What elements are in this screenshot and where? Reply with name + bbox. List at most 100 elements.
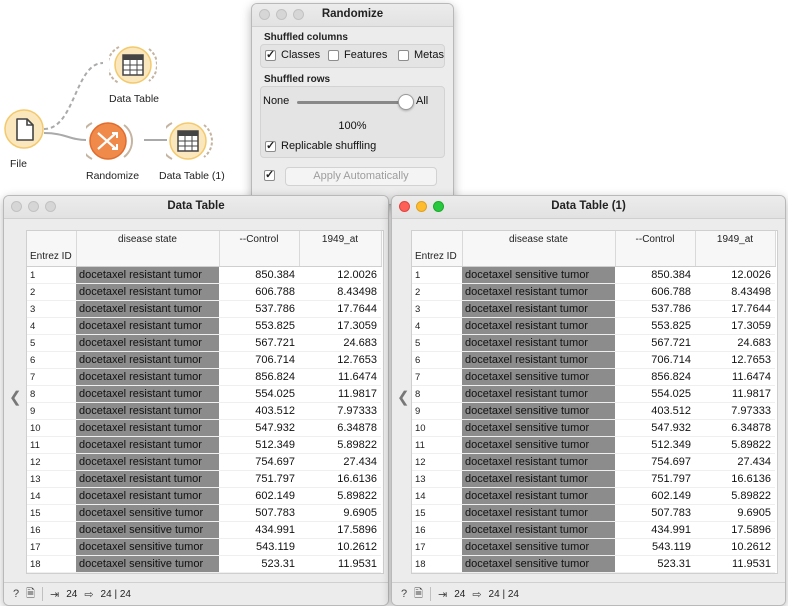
disease-state-cell[interactable]: docetaxel resistant tumor: [462, 470, 616, 488]
column-header-disease-state[interactable]: disease state: [76, 231, 220, 267]
table-row[interactable]: 3 docetaxel resistant tumor 537.786 17.7644: [412, 300, 775, 318]
rows-slider-track[interactable]: [297, 101, 405, 104]
row-id-cell[interactable]: 13: [27, 470, 76, 488]
row-id-cell[interactable]: 9: [27, 402, 76, 420]
table-row[interactable]: 18 docetaxel sensitive tumor 523.31 11.9531: [27, 555, 381, 573]
value-1949-at-cell[interactable]: 17.5896: [695, 521, 775, 539]
table-row[interactable]: 17 docetaxel sensitive tumor 543.119 10.261…: [412, 538, 775, 556]
control-cell[interactable]: 602.149: [615, 487, 695, 505]
table-row[interactable]: 4 docetaxel resistant tumor 553.825 17.3059: [27, 317, 381, 335]
table-row[interactable]: 11 docetaxel resistant tumor 512.349 5.8982…: [27, 436, 381, 454]
value-1949-at-cell[interactable]: 12.0026: [695, 266, 775, 284]
control-cell[interactable]: 547.932: [615, 419, 695, 437]
help-icon[interactable]: ?: [13, 588, 19, 600]
value-1949-at-cell[interactable]: 5.89822: [695, 487, 775, 505]
row-id-cell[interactable]: 8: [412, 385, 462, 403]
table-row[interactable]: 11 docetaxel sensitive tumor 512.349 5.8982…: [412, 436, 775, 454]
value-1949-at-cell[interactable]: 11.9817: [299, 385, 381, 403]
control-cell[interactable]: 751.797: [615, 470, 695, 488]
disease-state-cell[interactable]: docetaxel resistant tumor: [76, 436, 220, 454]
value-1949-at-cell[interactable]: 27.434: [695, 453, 775, 471]
row-id-cell[interactable]: 6: [412, 351, 462, 369]
control-cell[interactable]: 441.479: [219, 572, 299, 573]
data-table-1-widget[interactable]: [159, 119, 214, 166]
classes-checkbox[interactable]: Classes: [265, 48, 320, 61]
control-cell[interactable]: 507.783: [219, 504, 299, 522]
disease-state-cell[interactable]: docetaxel sensitive tumor: [76, 538, 220, 556]
value-1949-at-cell[interactable]: 16.6136: [695, 470, 775, 488]
row-id-cell[interactable]: 10: [27, 419, 76, 437]
checkbox-box[interactable]: [398, 49, 409, 61]
checkbox-box[interactable]: [264, 168, 275, 181]
data-table-grid[interactable]: Entrez ID disease state --Control 1949_a…: [26, 230, 384, 574]
table-row[interactable]: 2 docetaxel resistant tumor 606.788 8.43498: [412, 283, 775, 301]
control-cell[interactable]: 434.991: [615, 521, 695, 539]
disease-state-cell[interactable]: docetaxel resistant tumor: [462, 300, 616, 318]
row-id-cell[interactable]: 2: [27, 283, 76, 301]
value-1949-at-cell[interactable]: 17.3059: [695, 317, 775, 335]
control-cell[interactable]: 606.788: [615, 283, 695, 301]
disease-state-cell[interactable]: docetaxel sensitive tumor: [462, 538, 616, 556]
control-cell[interactable]: 537.786: [219, 300, 299, 318]
disease-state-cell[interactable]: docetaxel resistant tumor: [462, 351, 616, 369]
table-row[interactable]: 16 docetaxel resistant tumor 434.991 17.589…: [412, 521, 775, 539]
value-1949-at-cell[interactable]: 6.34878: [299, 419, 381, 437]
table-row[interactable]: 14 docetaxel resistant tumor 602.149 5.8982…: [27, 487, 381, 505]
control-cell[interactable]: 512.349: [615, 436, 695, 454]
row-id-cell[interactable]: 7: [412, 368, 462, 386]
control-cell[interactable]: 553.825: [219, 317, 299, 335]
control-cell[interactable]: 754.697: [615, 453, 695, 471]
row-id-cell[interactable]: 15: [412, 504, 462, 522]
disease-state-cell[interactable]: docetaxel sensitive tumor: [462, 419, 616, 437]
disease-state-cell[interactable]: docetaxel resistant tumor: [76, 453, 220, 471]
control-cell[interactable]: 754.697: [219, 453, 299, 471]
disease-state-cell[interactable]: docetaxel resistant tumor: [462, 572, 616, 573]
row-id-cell[interactable]: 4: [27, 317, 76, 335]
column-header-1949-at[interactable]: 1949_at: [695, 231, 776, 267]
row-id-cell[interactable]: 17: [412, 538, 462, 556]
disease-state-cell[interactable]: docetaxel sensitive tumor: [76, 521, 220, 539]
row-id-cell[interactable]: 15: [27, 504, 76, 522]
disease-state-cell[interactable]: docetaxel resistant tumor: [76, 300, 220, 318]
value-1949-at-cell[interactable]: 11.9817: [695, 385, 775, 403]
value-1949-at-cell[interactable]: 17.5896: [299, 521, 381, 539]
row-id-cell[interactable]: 14: [27, 487, 76, 505]
value-1949-at-cell[interactable]: 27.434: [299, 453, 381, 471]
row-id-cell[interactable]: 3: [27, 300, 76, 318]
control-cell[interactable]: 543.119: [615, 538, 695, 556]
table-row[interactable]: 18 docetaxel sensitive tumor 523.31 11.9531: [412, 555, 775, 573]
table-row[interactable]: 12 docetaxel resistant tumor 754.697 27.434: [27, 453, 381, 471]
column-header-1949-at[interactable]: 1949_at: [299, 231, 382, 267]
rows-slider-handle[interactable]: [398, 94, 414, 110]
row-id-cell[interactable]: 19: [27, 572, 76, 573]
disease-state-cell[interactable]: docetaxel resistant tumor: [76, 368, 220, 386]
value-1949-at-cell[interactable]: 10.2612: [299, 538, 381, 556]
row-id-cell[interactable]: 19: [412, 572, 462, 573]
control-cell[interactable]: 523.31: [615, 555, 695, 573]
value-1949-at-cell[interactable]: 12.7653: [695, 351, 775, 369]
disease-state-cell[interactable]: docetaxel resistant tumor: [462, 521, 616, 539]
disease-state-cell[interactable]: docetaxel sensitive tumor: [462, 368, 616, 386]
value-1949-at-cell[interactable]: 9.6905: [695, 504, 775, 522]
row-id-cell[interactable]: 8: [27, 385, 76, 403]
value-1949-at-cell[interactable]: 24.683: [695, 334, 775, 352]
table-row[interactable]: 13 docetaxel resistant tumor 751.797 16.613…: [412, 470, 775, 488]
apply-automatically-button[interactable]: Apply Automatically: [285, 167, 437, 186]
table-row[interactable]: 16 docetaxel sensitive tumor 434.991 17.589…: [27, 521, 381, 539]
table-row[interactable]: 14 docetaxel resistant tumor 602.149 5.8982…: [412, 487, 775, 505]
value-1949-at-cell[interactable]: 17.7644: [695, 300, 775, 318]
disease-state-cell[interactable]: docetaxel resistant tumor: [76, 402, 220, 420]
value-1949-at-cell[interactable]: 6.34878: [695, 419, 775, 437]
value-1949-at-cell[interactable]: 12.7653: [299, 351, 381, 369]
column-header-control[interactable]: --Control: [219, 231, 300, 267]
row-id-cell[interactable]: 12: [27, 453, 76, 471]
row-id-cell[interactable]: 4: [412, 317, 462, 335]
control-cell[interactable]: 706.714: [615, 351, 695, 369]
row-id-cell[interactable]: 2: [412, 283, 462, 301]
control-cell[interactable]: 547.932: [219, 419, 299, 437]
table-row[interactable]: 19docetaxel sensitive tumor441.4799.8259…: [27, 572, 381, 573]
table-row[interactable]: 2 docetaxel resistant tumor 606.788 8.43498: [27, 283, 381, 301]
row-id-cell[interactable]: 16: [27, 521, 76, 539]
control-cell[interactable]: 441.479: [615, 572, 695, 573]
table-row[interactable]: 15 docetaxel sensitive tumor 507.783 9.6905: [27, 504, 381, 522]
